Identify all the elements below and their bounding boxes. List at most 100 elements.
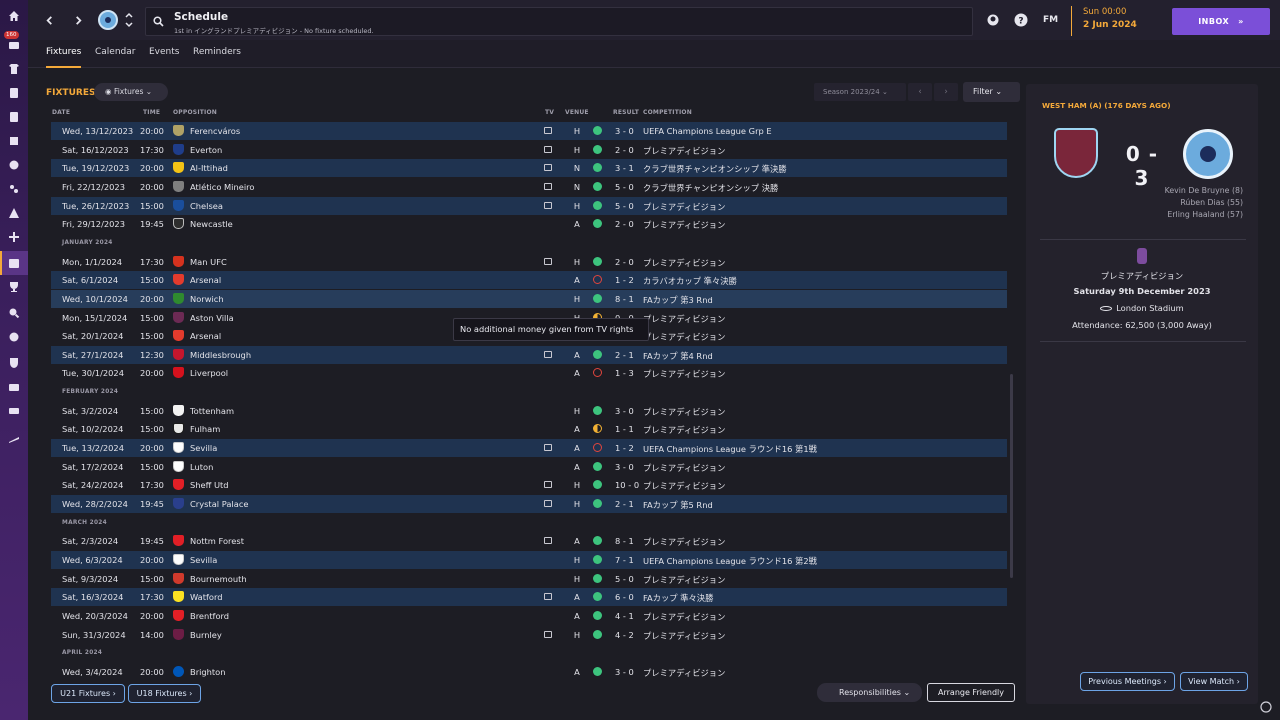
row-competition[interactable]: プレミアディビジョン	[643, 536, 725, 548]
col-tv[interactable]: TV	[545, 109, 554, 116]
arrange-friendly-button[interactable]: Arrange Friendly	[927, 683, 1015, 702]
report-bug-icon[interactable]	[7, 432, 21, 446]
dynamics-icon[interactable]	[7, 86, 21, 100]
club-crest-icon[interactable]	[173, 553, 184, 565]
table-row[interactable]: Sat, 24/2/2024 17:30 Sheff Utd H 10 - 0 プレミアデ…	[51, 476, 1007, 494]
next-season-button[interactable]: ›	[934, 83, 958, 101]
club-crest-icon[interactable]	[173, 162, 184, 174]
club-crest-icon[interactable]	[173, 180, 184, 192]
club-info-icon[interactable]	[7, 356, 21, 370]
inbox-continue-button[interactable]: INBOX »	[1172, 8, 1270, 35]
row-competition[interactable]: プレミアディビジョン	[643, 574, 725, 586]
row-competition[interactable]: プレミアディビジョン	[643, 145, 725, 157]
season-dropdown[interactable]: Season 2023/24 ⌄	[814, 83, 906, 101]
club-crest-icon[interactable]	[173, 255, 184, 267]
row-competition[interactable]: プレミアディビジョン	[643, 611, 725, 623]
row-opposition[interactable]: Ferencváros	[190, 126, 240, 136]
chat-icon[interactable]	[1260, 701, 1272, 713]
row-competition[interactable]: FAカップ 第3 Rnd	[643, 294, 713, 306]
row-opposition[interactable]: Watford	[190, 592, 223, 602]
row-opposition[interactable]: Burnley	[190, 630, 222, 640]
table-row[interactable]: Tue, 19/12/2023 20:00 Al-Ittihad N 3 - 1 クラブ世…	[51, 159, 1007, 178]
table-row[interactable]: Sat, 3/2/2024 15:00 Tottenham H 3 - 0 プレミアディビ…	[51, 402, 1007, 420]
row-opposition[interactable]: Middlesbrough	[190, 350, 251, 360]
row-competition[interactable]: FAカップ 第4 Rnd	[643, 350, 713, 362]
table-row[interactable]: Tue, 30/1/2024 20:00 Liverpool A 1 - 3 プレミアディ…	[51, 364, 1007, 382]
filter-button[interactable]: Filter ⌄	[963, 82, 1020, 102]
dev-centre-icon[interactable]	[7, 404, 21, 418]
table-row[interactable]: Fri, 29/12/2023 19:45 Newcastle A 2 - 0 プレミアデ…	[51, 215, 1007, 233]
row-competition[interactable]: カラバオカップ 準々決勝	[643, 275, 737, 287]
schedule-icon[interactable]	[7, 256, 21, 270]
scorer-2[interactable]: Rúben Dias (55)	[1180, 198, 1243, 207]
row-competition[interactable]: クラブ世界チャンピオンシップ 準決勝	[643, 163, 787, 175]
row-opposition[interactable]: Everton	[190, 145, 222, 155]
scouting-icon[interactable]	[7, 182, 21, 196]
away-team-crest[interactable]	[1183, 129, 1233, 179]
row-opposition[interactable]: Chelsea	[190, 201, 223, 211]
table-row[interactable]: Sat, 6/1/2024 15:00 Arsenal A 1 - 2 カラバオカップ 準…	[51, 271, 1007, 290]
competitions-icon[interactable]	[7, 280, 21, 294]
training-icon[interactable]	[7, 134, 21, 148]
club-crest-icon[interactable]	[173, 442, 184, 454]
finances-icon[interactable]	[7, 380, 21, 394]
table-row[interactable]: Sat, 2/3/2024 19:45 Nottm Forest A 8 - 1 プレミア…	[51, 532, 1007, 550]
match-competition[interactable]: プレミアディビジョン	[1026, 270, 1258, 282]
club-switch-icon[interactable]	[125, 10, 133, 30]
tab-reminders[interactable]: Reminders	[193, 47, 241, 68]
medical-icon[interactable]	[7, 158, 21, 172]
staff-icon[interactable]	[7, 110, 21, 124]
row-competition[interactable]: プレミアディビジョン	[643, 424, 725, 436]
row-opposition[interactable]: Sevilla	[190, 555, 217, 565]
club-crest-icon[interactable]	[173, 498, 184, 509]
club-crest-icon[interactable]	[173, 330, 184, 342]
row-competition[interactable]: プレミアディビジョン	[643, 331, 725, 343]
row-competition[interactable]: プレミアディビジョン	[643, 201, 725, 213]
row-opposition[interactable]: Al-Ittihad	[190, 163, 228, 173]
col-result[interactable]: RESULT	[613, 109, 639, 116]
club-crest[interactable]	[98, 10, 118, 30]
table-row[interactable]: Sat, 16/12/2023 17:30 Everton H 2 - 0 プレミアディビ…	[51, 141, 1007, 159]
table-row[interactable]: Mon, 1/1/2024 17:30 Man UFC H 2 - 0 プレミアディビジョ…	[51, 253, 1007, 271]
table-row[interactable]: Sat, 10/2/2024 15:00 Fulham A 1 - 1 プレミアディビジョ…	[51, 420, 1007, 438]
table-row[interactable]: Sat, 27/1/2024 12:30 Middlesbrough A 2 - 1 FA…	[51, 345, 1007, 364]
row-competition[interactable]: UEFA Champions League Grp E	[643, 126, 772, 136]
view-match-button[interactable]: View Match ›	[1180, 672, 1248, 691]
row-competition[interactable]: プレミアディビジョン	[643, 462, 725, 474]
club-crest-icon[interactable]	[173, 218, 184, 230]
row-opposition[interactable]: Atlético Mineiro	[190, 182, 254, 192]
col-competition[interactable]: COMPETITION	[643, 109, 692, 116]
scorer-1[interactable]: Kevin De Bruyne (8)	[1165, 186, 1243, 195]
row-opposition[interactable]: Arsenal	[190, 331, 221, 341]
transfers-icon[interactable]	[7, 330, 21, 344]
club-crest-icon[interactable]	[173, 479, 184, 491]
row-competition[interactable]: クラブ世界チャンピオンシップ 決勝	[643, 182, 778, 194]
home-icon[interactable]	[7, 9, 21, 23]
row-competition[interactable]: UEFA Champions League ラウンド16 第1戦	[643, 443, 817, 455]
u18-fixtures-button[interactable]: U18 Fixtures ›	[128, 684, 201, 703]
table-row[interactable]: Sat, 17/2/2024 15:00 Luton A 3 - 0 プレミアディビジョン	[51, 458, 1007, 476]
scrollbar[interactable]	[1010, 374, 1013, 578]
tab-calendar[interactable]: Calendar	[95, 47, 135, 68]
row-competition[interactable]: プレミアディビジョン	[643, 630, 725, 642]
table-row[interactable]: Tue, 13/2/2024 20:00 Sevilla A 1 - 2 UEFA Cha…	[51, 439, 1007, 458]
row-opposition[interactable]: Crystal Palace	[190, 499, 249, 509]
table-row[interactable]: Wed, 6/3/2024 20:00 Sevilla H 7 - 1 UEFA Cham…	[51, 550, 1007, 569]
row-competition[interactable]: プレミアディビジョン	[643, 219, 725, 231]
row-opposition[interactable]: Sevilla	[190, 443, 217, 453]
table-row[interactable]: Wed, 28/2/2024 19:45 Crystal Palace H 2 - 1 F…	[51, 495, 1007, 513]
row-competition[interactable]: プレミアディビジョン	[643, 667, 725, 679]
table-row[interactable]: Sat, 16/3/2024 17:30 Watford A 6 - 0 FAカップ 準々…	[51, 588, 1007, 607]
row-opposition[interactable]: Aston Villa	[190, 313, 234, 323]
row-opposition[interactable]: Newcastle	[190, 219, 233, 229]
club-crest-icon[interactable]	[173, 591, 184, 603]
row-competition[interactable]: FAカップ 第5 Rnd	[643, 499, 713, 511]
club-crest-icon[interactable]	[173, 311, 184, 323]
data-hub-icon[interactable]	[7, 230, 21, 244]
tactics-icon[interactable]	[7, 206, 21, 220]
club-crest-icon[interactable]	[173, 367, 184, 379]
row-competition[interactable]: プレミアディビジョン	[643, 480, 725, 492]
row-opposition[interactable]: Sheff Utd	[190, 480, 229, 490]
col-date[interactable]: DATE	[52, 109, 70, 116]
row-opposition[interactable]: Bournemouth	[190, 574, 247, 584]
